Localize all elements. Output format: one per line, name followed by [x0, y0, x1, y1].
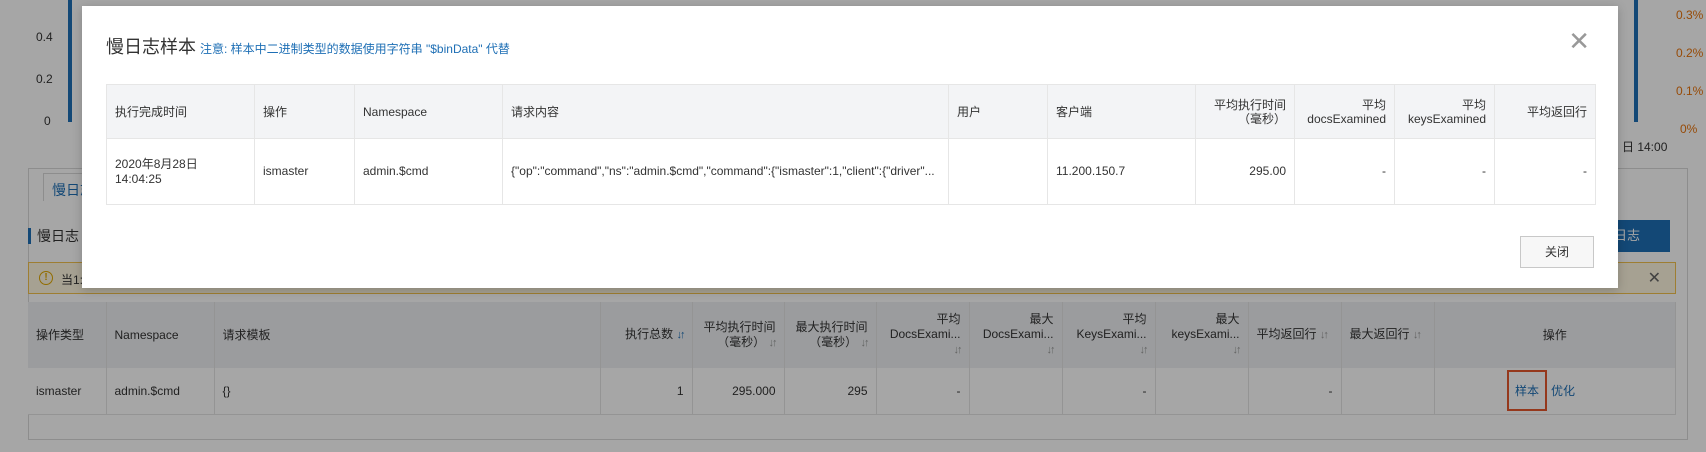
col-header: Namespace	[354, 84, 503, 139]
cell-docs-examined: -	[1294, 138, 1395, 205]
dialog-title: 慢日志样本 注意: 样本中二进制类型的数据使用字符串 "$binData" 代替	[106, 37, 510, 57]
col-header: 执行完成时间	[106, 84, 255, 139]
dialog-note: 注意: 样本中二进制类型的数据使用字符串 "$binData" 代替	[200, 42, 510, 56]
cell-request: {"op":"command","ns":"admin.$cmd","comma…	[502, 138, 949, 205]
sample-table: 执行完成时间 操作 Namespace 请求内容 用户 客户端 平均执行时间（毫…	[106, 84, 1596, 205]
col-header: 用户	[948, 84, 1048, 139]
cell-client: 11.200.150.7	[1047, 138, 1196, 205]
cell-namespace: admin.$cmd	[354, 138, 503, 205]
col-header: 平均返回行	[1494, 84, 1596, 139]
col-header: 客户端	[1047, 84, 1196, 139]
cell-keys-examined: -	[1394, 138, 1495, 205]
close-icon[interactable]: ✕	[1568, 28, 1590, 54]
table-row: 2020年8月28日 14:04:25 ismaster admin.$cmd …	[106, 138, 1596, 205]
close-button[interactable]: 关闭	[1520, 236, 1594, 268]
col-header: 平均执行时间（毫秒）	[1195, 84, 1295, 139]
col-header: 平均 docsExamined	[1294, 84, 1395, 139]
cell-operation: ismaster	[254, 138, 355, 205]
cell-user	[948, 138, 1048, 205]
col-header: 平均 keysExamined	[1394, 84, 1495, 139]
col-header: 操作	[254, 84, 355, 139]
cell-finish-time: 2020年8月28日 14:04:25	[106, 138, 255, 205]
cell-returned: -	[1494, 138, 1596, 205]
slow-log-sample-dialog: 慢日志样本 注意: 样本中二进制类型的数据使用字符串 "$binData" 代替 …	[82, 6, 1618, 288]
col-header: 请求内容	[502, 84, 949, 139]
cell-avg-time: 295.00	[1195, 138, 1295, 205]
